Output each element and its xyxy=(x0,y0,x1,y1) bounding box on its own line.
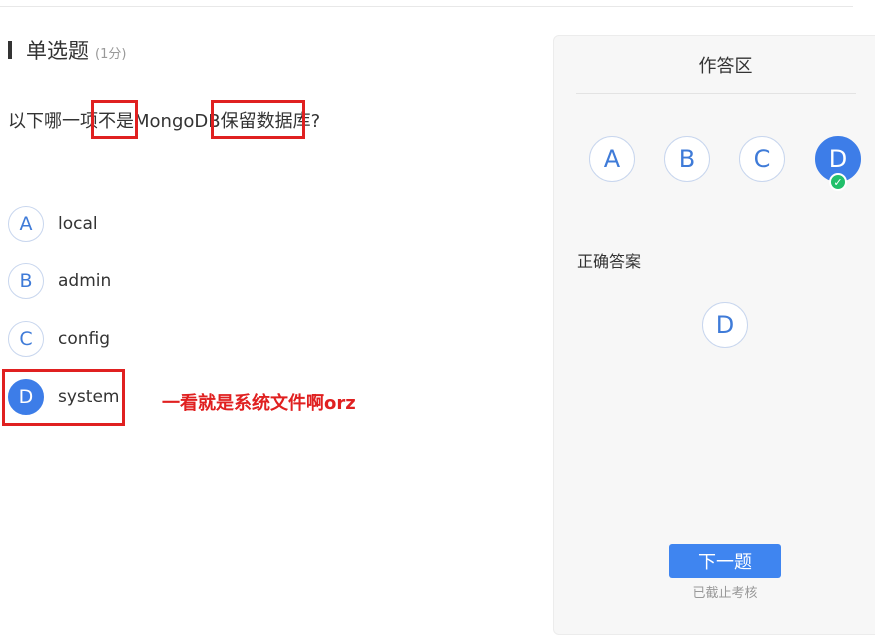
question-text-part: 以下哪一项 xyxy=(8,111,98,132)
option-label: local xyxy=(58,214,98,234)
question-type-label: 单选题 xyxy=(26,39,89,63)
answer-choice-b[interactable]: B xyxy=(664,136,710,182)
option-letter: C xyxy=(8,321,44,357)
option-label: admin xyxy=(58,271,112,291)
highlight-box xyxy=(2,369,125,426)
highlight-box xyxy=(91,100,138,139)
answer-choice-a[interactable]: A xyxy=(589,136,635,182)
correct-answer-badge: D xyxy=(702,302,748,348)
annotation-note: 一看就是系统文件啊orz xyxy=(162,393,356,414)
header-accent-bar xyxy=(8,41,12,59)
next-question-button[interactable]: 下一题 xyxy=(669,544,781,578)
answer-panel-title: 作答区 xyxy=(698,56,753,77)
option-b[interactable]: B admin xyxy=(8,262,111,300)
option-c[interactable]: C config xyxy=(8,320,110,358)
top-divider xyxy=(0,6,853,7)
question-text-part: ? xyxy=(310,111,321,132)
option-letter: B xyxy=(8,263,44,299)
question-score: (1分) xyxy=(95,46,127,62)
checkmark-icon: ✓ xyxy=(829,173,847,191)
option-label: config xyxy=(58,329,111,349)
deadline-text: 已截止考核 xyxy=(692,586,758,601)
answer-choice-c[interactable]: C xyxy=(739,136,785,182)
option-letter: A xyxy=(8,206,44,242)
correct-answer-label: 正确答案 xyxy=(577,252,642,271)
highlight-box xyxy=(211,100,305,139)
question-header: 单选题 (1分) xyxy=(8,36,126,64)
question-text-part: MongoDB xyxy=(134,111,221,132)
option-a[interactable]: A local xyxy=(8,205,98,243)
panel-divider xyxy=(576,93,856,94)
